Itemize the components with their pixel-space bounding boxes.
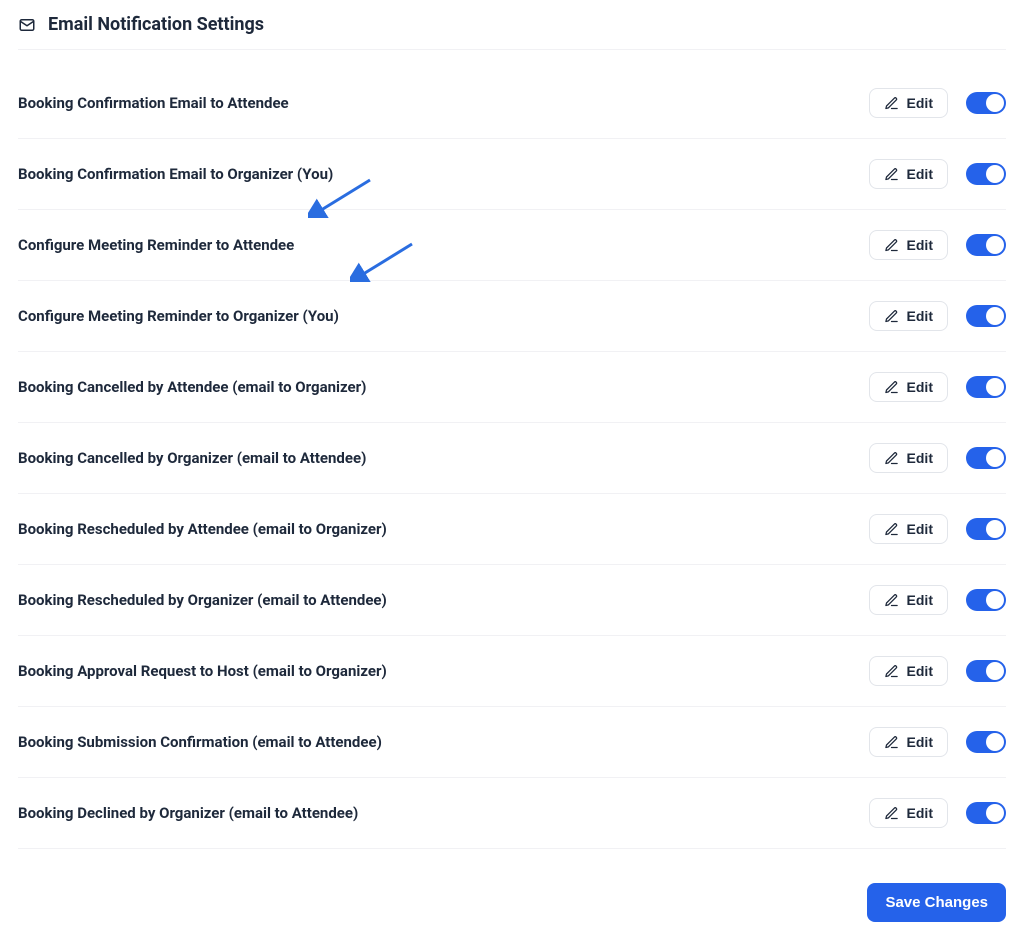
- pencil-icon: [884, 96, 899, 111]
- row-actions: Edit: [869, 372, 1006, 402]
- edit-button[interactable]: Edit: [869, 656, 948, 686]
- row-label: Configure Meeting Reminder to Attendee: [18, 236, 294, 254]
- edit-label: Edit: [907, 521, 933, 537]
- edit-button[interactable]: Edit: [869, 159, 948, 189]
- edit-label: Edit: [907, 734, 933, 750]
- row-label: Booking Cancelled by Organizer (email to…: [18, 449, 366, 467]
- row-label: Booking Cancelled by Attendee (email to …: [18, 378, 366, 396]
- pencil-icon: [884, 593, 899, 608]
- edit-button[interactable]: Edit: [869, 372, 948, 402]
- toggle-switch[interactable]: [966, 163, 1006, 185]
- edit-label: Edit: [907, 237, 933, 253]
- toggle-switch[interactable]: [966, 234, 1006, 256]
- notification-row: Booking Declined by Organizer (email to …: [18, 778, 1006, 849]
- notification-row: Booking Cancelled by Organizer (email to…: [18, 423, 1006, 494]
- row-label: Configure Meeting Reminder to Organizer …: [18, 307, 339, 325]
- pencil-icon: [884, 167, 899, 182]
- notification-row: Booking Confirmation Email to Attendee E…: [18, 68, 1006, 139]
- toggle-switch[interactable]: [966, 660, 1006, 682]
- pencil-icon: [884, 806, 899, 821]
- notification-row: Booking Cancelled by Attendee (email to …: [18, 352, 1006, 423]
- pencil-icon: [884, 451, 899, 466]
- edit-label: Edit: [907, 663, 933, 679]
- row-label: Booking Confirmation Email to Attendee: [18, 94, 289, 112]
- edit-label: Edit: [907, 450, 933, 466]
- pencil-icon: [884, 309, 899, 324]
- pencil-icon: [884, 380, 899, 395]
- toggle-switch[interactable]: [966, 518, 1006, 540]
- row-actions: Edit: [869, 230, 1006, 260]
- notification-row: Booking Submission Confirmation (email t…: [18, 707, 1006, 778]
- pencil-icon: [884, 238, 899, 253]
- edit-button[interactable]: Edit: [869, 230, 948, 260]
- notification-row: Booking Rescheduled by Organizer (email …: [18, 565, 1006, 636]
- edit-button[interactable]: Edit: [869, 585, 948, 615]
- pencil-icon: [884, 735, 899, 750]
- edit-label: Edit: [907, 805, 933, 821]
- row-actions: Edit: [869, 727, 1006, 757]
- pencil-icon: [884, 522, 899, 537]
- edit-button[interactable]: Edit: [869, 798, 948, 828]
- edit-button[interactable]: Edit: [869, 301, 948, 331]
- toggle-switch[interactable]: [966, 447, 1006, 469]
- toggle-switch[interactable]: [966, 305, 1006, 327]
- toggle-switch[interactable]: [966, 731, 1006, 753]
- notification-row: Configure Meeting Reminder to Attendee E…: [18, 210, 1006, 281]
- row-actions: Edit: [869, 585, 1006, 615]
- edit-label: Edit: [907, 308, 933, 324]
- row-actions: Edit: [869, 798, 1006, 828]
- toggle-switch[interactable]: [966, 376, 1006, 398]
- save-changes-button[interactable]: Save Changes: [867, 883, 1006, 922]
- row-actions: Edit: [869, 656, 1006, 686]
- page-header: Email Notification Settings: [18, 10, 1006, 50]
- footer: Save Changes: [18, 849, 1006, 922]
- row-label: Booking Rescheduled by Attendee (email t…: [18, 520, 387, 538]
- toggle-switch[interactable]: [966, 802, 1006, 824]
- edit-button[interactable]: Edit: [869, 727, 948, 757]
- edit-label: Edit: [907, 166, 933, 182]
- row-label: Booking Rescheduled by Organizer (email …: [18, 591, 387, 609]
- edit-label: Edit: [907, 592, 933, 608]
- notification-row: Booking Rescheduled by Attendee (email t…: [18, 494, 1006, 565]
- row-actions: Edit: [869, 443, 1006, 473]
- row-label: Booking Approval Request to Host (email …: [18, 662, 387, 680]
- row-label: Booking Confirmation Email to Organizer …: [18, 165, 333, 183]
- notification-row: Configure Meeting Reminder to Organizer …: [18, 281, 1006, 352]
- edit-button[interactable]: Edit: [869, 88, 948, 118]
- row-actions: Edit: [869, 301, 1006, 331]
- page-title: Email Notification Settings: [48, 14, 264, 35]
- row-label: Booking Submission Confirmation (email t…: [18, 733, 382, 751]
- edit-button[interactable]: Edit: [869, 443, 948, 473]
- row-actions: Edit: [869, 514, 1006, 544]
- edit-label: Edit: [907, 379, 933, 395]
- notification-row: Booking Confirmation Email to Organizer …: [18, 139, 1006, 210]
- pencil-icon: [884, 664, 899, 679]
- edit-button[interactable]: Edit: [869, 514, 948, 544]
- row-actions: Edit: [869, 159, 1006, 189]
- toggle-switch[interactable]: [966, 589, 1006, 611]
- notification-row: Booking Approval Request to Host (email …: [18, 636, 1006, 707]
- notification-list: Booking Confirmation Email to Attendee E…: [18, 68, 1006, 849]
- edit-label: Edit: [907, 95, 933, 111]
- row-actions: Edit: [869, 88, 1006, 118]
- mail-icon: [18, 16, 36, 34]
- toggle-switch[interactable]: [966, 92, 1006, 114]
